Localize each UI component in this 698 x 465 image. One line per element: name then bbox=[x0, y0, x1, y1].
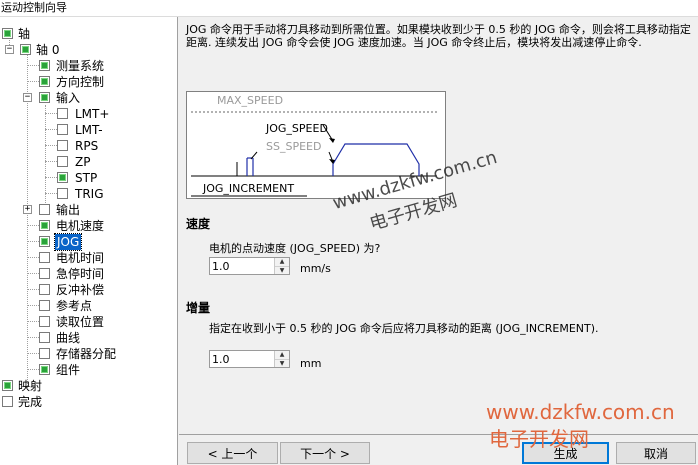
spin-up-icon[interactable]: ▲ bbox=[275, 351, 289, 359]
estop-time-checkbox[interactable] bbox=[39, 268, 50, 279]
finish-checkbox[interactable] bbox=[2, 396, 13, 407]
tree-label-finish: 完成 bbox=[18, 395, 43, 409]
memory-checkbox[interactable] bbox=[39, 348, 50, 359]
increment-section-title: 增量 bbox=[186, 301, 211, 315]
tree-label-estop-time: 急停时间 bbox=[56, 267, 105, 281]
jog-speed-input[interactable] bbox=[212, 259, 274, 273]
mapping-checkbox[interactable] bbox=[2, 380, 13, 391]
collapse-icon[interactable]: − bbox=[23, 93, 32, 102]
backlash-checkbox[interactable] bbox=[39, 284, 50, 295]
window-title: 运动控制向导 bbox=[0, 0, 698, 17]
read-pos-checkbox[interactable] bbox=[39, 316, 50, 327]
axis-checkbox[interactable] bbox=[2, 28, 13, 39]
jog-speed-stepper[interactable]: ▲ ▼ bbox=[209, 257, 290, 275]
direction-checkbox[interactable] bbox=[39, 76, 50, 87]
jog-speed-label: JOG_SPEED bbox=[266, 122, 328, 135]
collapse-icon[interactable]: − bbox=[5, 45, 14, 54]
measurement-checkbox[interactable] bbox=[39, 60, 50, 71]
trig-checkbox[interactable] bbox=[57, 188, 68, 199]
tree-label-motor-time: 电机时间 bbox=[56, 251, 105, 265]
input-checkbox[interactable] bbox=[39, 92, 50, 103]
axis0-checkbox[interactable] bbox=[20, 44, 31, 55]
tree-label-component: 组件 bbox=[56, 363, 81, 377]
tree-label-lmt-plus: LMT+ bbox=[75, 107, 110, 121]
tree-label-output: 输出 bbox=[56, 203, 81, 217]
wizard-page: JOG 命令用于手动将刀具移动到所需位置。如果模块收到少于 0.5 秒的 JOG… bbox=[179, 17, 698, 465]
navigation-tree: 轴 − 轴 0 测量系统 方向控制 − 输入 LMT+ LMT- RPS ZP … bbox=[0, 17, 178, 465]
increment-unit: mm bbox=[300, 357, 322, 370]
rps-checkbox[interactable] bbox=[57, 140, 68, 151]
motor-time-checkbox[interactable] bbox=[39, 252, 50, 263]
jog-increment-label: JOG_INCREMENT bbox=[203, 182, 295, 195]
max-speed-label: MAX_SPEED bbox=[217, 94, 284, 107]
tree-label-motor-speed: 电机速度 bbox=[56, 219, 105, 233]
watermark-name-bottom: 电子开发网 bbox=[489, 427, 589, 451]
tree-label-axis0: 轴 0 bbox=[36, 43, 60, 57]
curve-checkbox[interactable] bbox=[39, 332, 50, 343]
tree-label-curve: 曲线 bbox=[56, 331, 81, 345]
tree-label-axis: 轴 bbox=[18, 27, 31, 41]
tree-label-zp: ZP bbox=[75, 155, 91, 169]
increment-question: 指定在收到小于 0.5 秒的 JOG 命令后应将刀具移动的距离 (JOG_INC… bbox=[209, 322, 599, 335]
jog-increment-stepper[interactable]: ▲ ▼ bbox=[209, 350, 290, 368]
zp-checkbox[interactable] bbox=[57, 156, 68, 167]
lmt-plus-checkbox[interactable] bbox=[57, 108, 68, 119]
spin-down-icon[interactable]: ▼ bbox=[275, 359, 289, 367]
speed-question: 电机的点动速度 (JOG_SPEED) 为? bbox=[209, 242, 381, 255]
button-separator bbox=[179, 434, 698, 435]
jog-increment-input[interactable] bbox=[212, 352, 274, 366]
next-button[interactable]: 下一个 > bbox=[280, 442, 370, 464]
output-checkbox[interactable] bbox=[39, 204, 50, 215]
ss-speed-label: SS_SPEED bbox=[266, 140, 322, 153]
watermark-url-bottom: www.dzkfw.com.cn bbox=[486, 400, 675, 424]
lmt-minus-checkbox[interactable] bbox=[57, 124, 68, 135]
tree-label-rps: RPS bbox=[75, 139, 99, 153]
tree-label-measurement: 测量系统 bbox=[56, 59, 105, 73]
arrow-icon bbox=[329, 138, 335, 143]
tree-label-memory: 存储器分配 bbox=[56, 347, 117, 361]
tree-label-read-pos: 读取位置 bbox=[56, 315, 105, 329]
expand-icon[interactable]: + bbox=[23, 205, 32, 214]
tree-label-backlash: 反冲补偿 bbox=[56, 283, 105, 297]
jog-checkbox[interactable] bbox=[39, 236, 50, 247]
tree-label-stp: STP bbox=[75, 171, 98, 185]
motor-speed-checkbox[interactable] bbox=[39, 220, 50, 231]
tree-label-mapping: 映射 bbox=[18, 379, 43, 393]
tree-label-direction: 方向控制 bbox=[56, 75, 105, 89]
prev-button[interactable]: < 上一个 bbox=[187, 442, 278, 464]
stp-checkbox[interactable] bbox=[57, 172, 68, 183]
spin-up-icon[interactable]: ▲ bbox=[275, 258, 289, 266]
spin-down-icon[interactable]: ▼ bbox=[275, 266, 289, 274]
tree-label-lmt-minus: LMT- bbox=[75, 123, 103, 137]
tree-label-reference: 参考点 bbox=[56, 299, 93, 313]
tree-label-input: 输入 bbox=[56, 91, 81, 105]
jog-description: JOG 命令用于手动将刀具移动到所需位置。如果模块收到少于 0.5 秒的 JOG… bbox=[186, 23, 691, 49]
tree-label-jog: JOG bbox=[53, 233, 83, 251]
speed-unit: mm/s bbox=[300, 262, 331, 275]
tree-label-trig: TRIG bbox=[75, 187, 104, 201]
cancel-button[interactable]: 取消 bbox=[616, 442, 696, 464]
speed-section-title: 速度 bbox=[186, 217, 211, 231]
component-checkbox[interactable] bbox=[39, 364, 50, 375]
reference-checkbox[interactable] bbox=[39, 300, 50, 311]
